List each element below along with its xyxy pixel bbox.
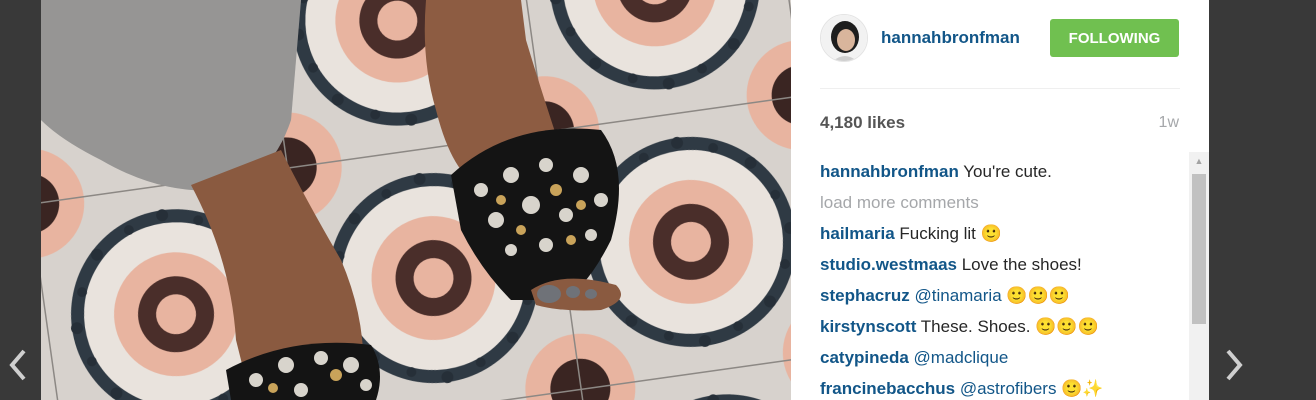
comment-item: catypineda @madclique [820,342,1180,373]
post-details-panel: hannahbronfman FOLLOWING 4,180 likes 1w … [791,0,1209,400]
comment-mention[interactable]: @astrofibers [960,379,1057,398]
post-author-username[interactable]: hannahbronfman [881,28,1020,48]
following-button[interactable]: FOLLOWING [1050,19,1179,57]
chevron-right-icon [1226,349,1243,381]
post-age[interactable]: 1w [1159,114,1179,132]
scrollbar-thumb[interactable] [1192,174,1206,324]
post-header: hannahbronfman FOLLOWING [820,14,1180,89]
comment-author[interactable]: studio.westmaas [820,255,957,274]
comment-item: studio.westmaas Love the shoes! [820,249,1180,280]
comment-text: Love the shoes! [957,255,1082,274]
scroll-up-arrow-icon[interactable]: ▲ [1189,152,1209,170]
likes-count[interactable]: 4,180 likes [820,113,905,133]
comment-author[interactable]: francinebacchus [820,379,955,398]
comment-author[interactable]: stephacruz [820,286,910,305]
comment-text: Fucking lit 🙂 [894,224,1002,243]
comment-author[interactable]: hailmaria [820,224,895,243]
load-more-comments-link[interactable]: load more comments [820,187,1180,218]
comment-author[interactable]: kirstynscott [820,317,916,336]
comment-author[interactable]: catypineda [820,348,909,367]
comment-item: francinebacchus @astrofibers 🙂✨ [820,373,1180,400]
comment-item: hannahbronfman You're cute. [820,156,1180,187]
comment-author[interactable]: hannahbronfman [820,162,959,181]
chevron-left-icon [9,349,26,381]
comment-item: kirstynscott These. Shoes. 🙂🙂🙂 [820,311,1180,342]
comments-scrollbar[interactable]: ▲ [1189,152,1209,400]
previous-post-button[interactable] [4,345,34,385]
comment-item: stephacruz @tinamaria 🙂🙂🙂 [820,280,1180,311]
comments-list: hannahbronfman You're cute. load more co… [820,156,1180,400]
comment-text: 🙂✨ [1056,379,1104,398]
comment-mention[interactable]: @tinamaria [914,286,1001,305]
post-modal-overlay: hannahbronfman FOLLOWING 4,180 likes 1w … [0,0,1316,400]
avatar[interactable] [820,14,868,62]
post-photo [41,0,791,400]
comment-item: hailmaria Fucking lit 🙂 [820,218,1180,249]
comment-mention[interactable]: @madclique [914,348,1009,367]
comment-text: You're cute. [958,162,1052,181]
next-post-button[interactable] [1218,345,1248,385]
comment-text: These. Shoes. 🙂🙂🙂 [916,317,1099,336]
comment-text: 🙂🙂🙂 [1001,286,1070,305]
